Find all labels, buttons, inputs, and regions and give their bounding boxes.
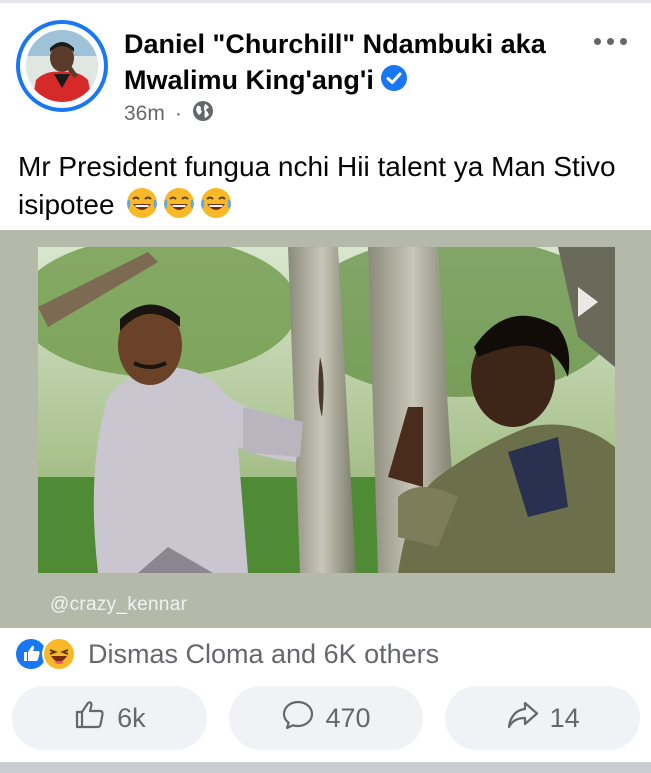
share-count: 14 xyxy=(549,702,580,733)
like-count: 6k xyxy=(117,702,146,733)
tears-of-joy-emoji-icon xyxy=(199,186,233,230)
post-caption: Mr President fungua nchi Hii talent ya M… xyxy=(18,148,638,230)
avatar-image xyxy=(26,30,98,102)
post-actions: 6k 470 14 xyxy=(12,686,641,750)
comment-button[interactable]: 470 xyxy=(228,686,424,750)
meta-separator: · xyxy=(174,102,182,125)
more-options-button[interactable] xyxy=(594,38,627,45)
author-name[interactable]: Daniel "Churchill" Ndambuki aka Mwalimu … xyxy=(124,29,546,95)
share-button[interactable]: 14 xyxy=(445,686,641,750)
thumbs-up-icon xyxy=(73,698,107,739)
top-divider xyxy=(0,0,651,3)
globe-icon xyxy=(192,100,214,128)
reactions-summary[interactable]: Dismas Cloma and 6K others xyxy=(14,636,439,672)
share-icon xyxy=(506,698,540,739)
post-photo[interactable] xyxy=(38,247,615,573)
post-timestamp[interactable]: 36m xyxy=(124,102,165,126)
haha-icon xyxy=(42,637,76,676)
post-meta: 36m · xyxy=(124,100,214,128)
reactions-text[interactable]: Dismas Cloma and 6K others xyxy=(88,639,439,670)
video-watermark: @crazy_kennar xyxy=(50,594,188,615)
like-button[interactable]: 6k xyxy=(12,686,207,750)
profile-avatar[interactable] xyxy=(16,20,108,112)
post-author[interactable]: Daniel "Churchill" Ndambuki aka Mwalimu … xyxy=(124,26,574,101)
tears-of-joy-emoji-icon xyxy=(162,186,196,230)
caption-text: Mr President fungua nchi Hii talent ya M… xyxy=(18,151,616,220)
reaction-icons xyxy=(14,637,84,671)
dot xyxy=(620,38,627,45)
bottom-divider xyxy=(0,762,651,773)
tears-of-joy-emoji-icon xyxy=(125,186,159,230)
comment-count: 470 xyxy=(325,702,371,733)
comment-icon xyxy=(281,698,315,739)
post-media[interactable]: @crazy_kennar xyxy=(0,230,651,628)
dot xyxy=(594,38,601,45)
dot xyxy=(607,38,614,45)
verified-badge-icon xyxy=(380,64,408,101)
